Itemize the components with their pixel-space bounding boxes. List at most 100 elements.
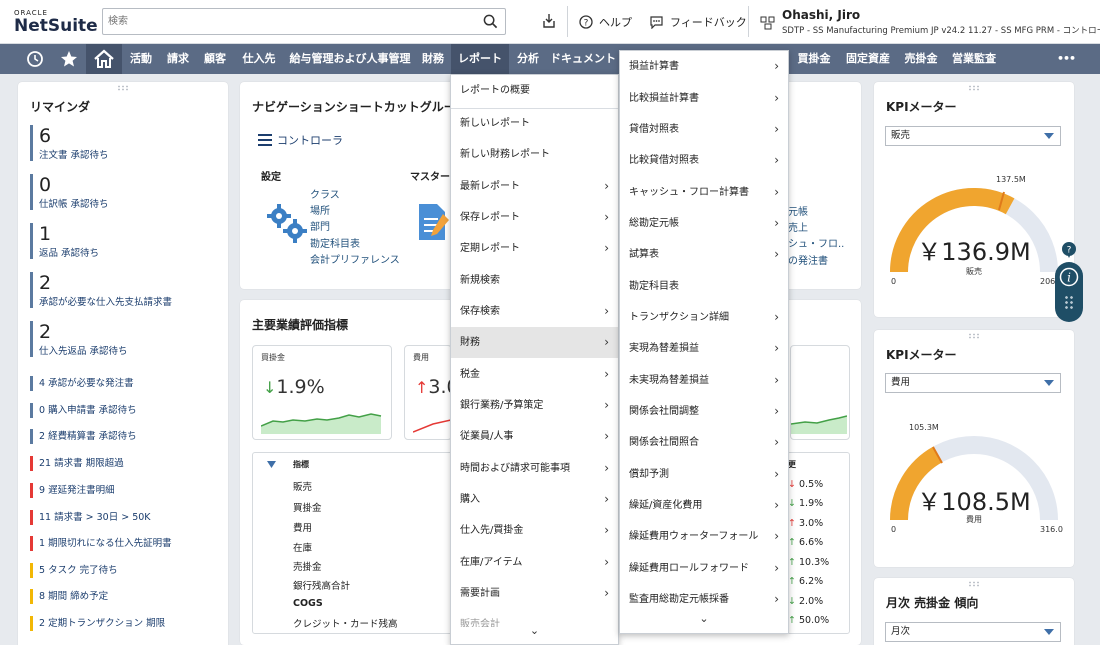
guided-help-panel[interactable]: i [1055,262,1083,322]
nav-payables[interactable]: 買掛金 [792,44,836,74]
menu-item[interactable]: 比較損益計算書 › [620,83,788,114]
shortcut-link[interactable]: 元帳 [788,203,808,218]
reminder-item[interactable]: 0 仕訳帳 承認待ち [30,174,109,210]
trend-select[interactable]: 月次 [885,622,1061,642]
kpi-row-label[interactable]: 販売 [293,479,312,493]
menu-item[interactable]: 勘定科目表 [620,271,788,302]
search-icon[interactable] [483,14,498,29]
drag-handle[interactable] [968,333,980,339]
nav-billing[interactable]: 請求 [161,44,195,74]
reminder-link[interactable]: 2 経費精算書 承認待ち [30,429,137,444]
menu-item[interactable]: 新規検索 [451,265,618,296]
kpi-meter-select[interactable]: 費用 [885,373,1061,393]
menu-item[interactable]: 関係会社間照合 › [620,427,788,458]
menu-item[interactable]: 従業員/人事 › [451,421,618,452]
nav-payroll-hr[interactable]: 給与管理および人事管理 [285,44,415,74]
shortcut-link[interactable]: 売上 [788,219,808,234]
favorites-star-icon[interactable] [54,44,84,74]
menu-item[interactable]: 関係会社間調整 › [620,396,788,427]
menu-item[interactable]: 実現為替差損益 › [620,333,788,364]
nav-financial[interactable]: 財務 [417,44,449,74]
scroll-down-chevron-icon[interactable]: ⌄ [451,624,618,637]
nav-activities[interactable]: 活動 [123,44,159,74]
drag-handle[interactable] [117,85,129,91]
nav-receivables[interactable]: 売掛金 [899,44,943,74]
kpi-row-label[interactable]: クレジット・カード残高 [293,616,398,630]
nav-sales-audit[interactable]: 営業監査 [947,44,1001,74]
reminder-link[interactable]: 4 承認が必要な発注書 [30,376,134,391]
menu-item[interactable]: 税金 › [451,359,618,390]
reminder-link[interactable]: 2 定期トランザクション 期限 [30,616,165,631]
menu-item[interactable]: 需要計画 › [451,578,618,609]
search-input[interactable] [103,9,473,34]
menu-item[interactable]: 在庫/アイテム › [451,547,618,578]
menu-item[interactable]: トランザクション詳細 › [620,302,788,333]
kpi-row-label[interactable]: COGS [293,598,323,609]
grip-dots-icon[interactable] [1064,295,1074,311]
kpi-row-label[interactable]: 費用 [293,520,312,534]
drag-handle[interactable] [968,85,980,91]
reminder-link[interactable]: 11 請求書 > 30日 > 50K [30,510,151,525]
kpi-tile[interactable] [790,345,850,440]
menu-item[interactable]: 時間および請求可能事項 › [451,453,618,484]
nav-more-button[interactable]: ••• [1052,44,1080,74]
shortcut-group-link[interactable]: コントローラ [258,132,343,148]
collapse-caret-icon[interactable] [267,461,276,468]
reminder-link[interactable]: 8 期間 締め予定 [30,589,108,604]
menu-item[interactable]: 新しいレポート [451,108,618,139]
reminder-link[interactable]: 1 期限切れになる仕入先証明書 [30,536,172,551]
kpi-row-label[interactable]: 銀行残高合計 [293,578,350,592]
reminder-link[interactable]: 9 遅延発注書明細 [30,483,115,498]
menu-item[interactable]: キャッシュ・フロー計算書 › [620,177,788,208]
nav-documents[interactable]: ドキュメント [547,44,619,74]
menu-item[interactable]: 新しい財務レポート [451,139,618,170]
shortcut-link[interactable]: 部門 [310,218,330,233]
menu-item[interactable]: 仕入先/買掛金 › [451,515,618,546]
nav-fixed-assets[interactable]: 固定資産 [841,44,895,74]
help-link[interactable]: ? ヘルプ [579,14,632,30]
reminder-item[interactable]: 2 仕入先返品 承認待ち [30,321,128,357]
menu-item[interactable]: 貸借対照表 › [620,114,788,145]
home-icon[interactable] [86,44,122,74]
shortcut-link[interactable]: クラス [310,186,340,201]
menu-item[interactable]: 試算表 › [620,239,788,270]
menu-item[interactable]: 定期レポート › [451,233,618,264]
reminder-link[interactable]: 5 タスク 完了待ち [30,563,118,578]
menu-item[interactable]: 損益計算書 › [620,51,788,82]
nav-vendors[interactable]: 仕入先 [235,44,283,74]
reminder-item[interactable]: 2 承認が必要な仕入先支払請求書 [30,272,172,308]
kpi-row-label[interactable]: 売掛金 [293,559,322,573]
kpi-row-label[interactable]: 在庫 [293,540,312,554]
recent-records-icon[interactable] [540,12,558,30]
reminder-link[interactable]: 21 請求書 期限超過 [30,456,124,471]
shortcut-link[interactable]: シュ・フロ.. [788,235,844,250]
kpi-meter-select[interactable]: 販売 [885,126,1061,146]
info-icon[interactable]: i [1059,267,1079,287]
menu-item[interactable]: レポートの概要 [451,75,618,106]
menu-item[interactable]: 未実現為替差損益 › [620,365,788,396]
kpi-row-label[interactable]: 買掛金 [293,500,322,514]
shortcut-link[interactable]: 場所 [310,202,330,217]
shortcut-link[interactable]: の発注書 [788,252,828,267]
netsuite-logo[interactable]: ORACLE NetSuite [14,9,98,36]
menu-item[interactable]: 保存検索 › [451,296,618,327]
nav-analytics[interactable]: 分析 [511,44,545,74]
menu-item[interactable]: 銀行業務/予算策定 › [451,390,618,421]
menu-item-financial[interactable]: 財務 › [451,327,618,358]
menu-item[interactable]: 繰延/資産化費用 › [620,490,788,521]
nav-reports[interactable]: レポート [451,44,509,74]
menu-item[interactable]: 償却予測 › [620,459,788,490]
menu-item[interactable]: 繰延費用ウォーターフォール › [620,521,788,552]
reminder-link[interactable]: 0 購入申請書 承認待ち [30,403,137,418]
menu-item[interactable]: 保存レポート › [451,202,618,233]
menu-item[interactable]: 総勘定元帳 › [620,208,788,239]
shortcut-link[interactable]: 勘定科目表 [310,235,360,250]
menu-item[interactable]: 最新レポート › [451,171,618,202]
drag-handle[interactable] [968,581,980,587]
menu-item[interactable]: 監査用総勘定元帳採番 › [620,584,788,615]
shortcut-link[interactable]: 会計プリファレンス [310,251,400,266]
feedback-link[interactable]: フィードバック [649,14,747,30]
help-bubble[interactable]: ? [1062,242,1076,261]
recent-history-icon[interactable] [18,44,52,74]
menu-item[interactable]: 比較貸借対照表 › [620,145,788,176]
